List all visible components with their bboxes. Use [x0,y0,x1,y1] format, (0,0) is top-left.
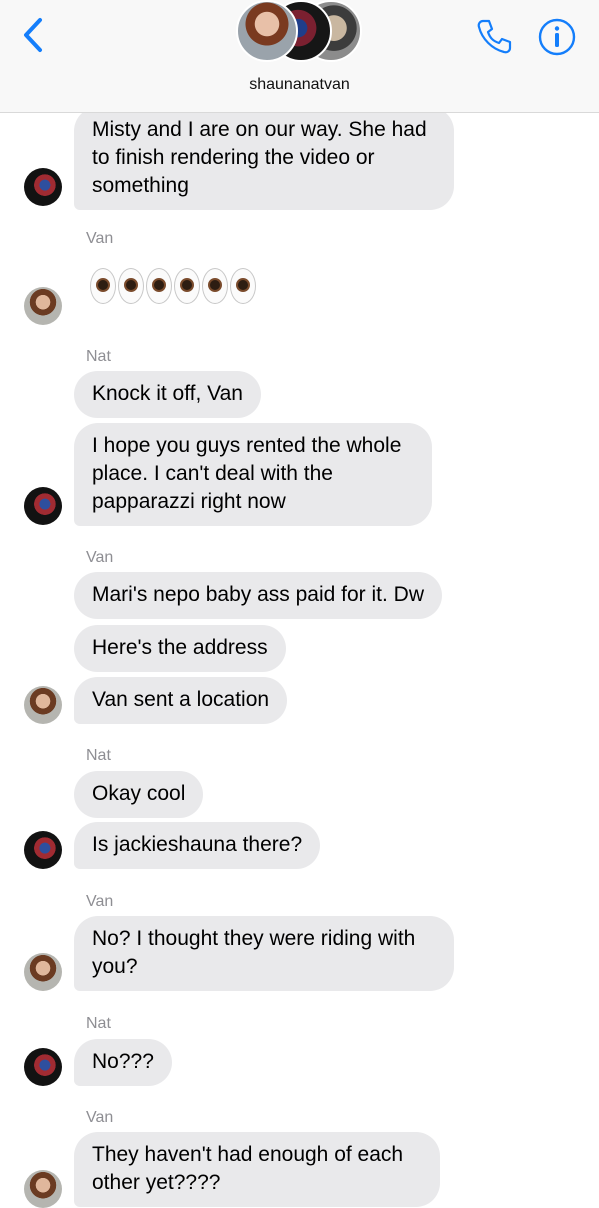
sender-name: Nat [86,1015,111,1032]
avatar[interactable] [24,1048,62,1086]
avatar[interactable] [24,1170,62,1208]
emoji-message[interactable] [90,268,256,304]
info-button[interactable] [536,16,578,58]
call-button[interactable] [474,16,514,56]
message-bubble[interactable]: Here's the address [74,625,286,672]
sender-name: Nat [86,747,111,764]
message-bubble[interactable]: Mari's nepo baby ass paid for it. Dw [74,572,442,619]
avatar[interactable] [24,487,62,525]
eyes-icon [90,268,116,304]
sender-name: Van [86,893,114,910]
message-bubble[interactable]: Is jackieshauna there? [74,822,321,869]
message-bubble[interactable]: I hope you guys rented the whole place. … [74,423,432,526]
message-bubble[interactable]: No??? [74,1039,172,1086]
sender-name: Nat [86,348,111,365]
eyes-icon [174,268,200,304]
avatar[interactable] [24,831,62,869]
avatar[interactable] [24,686,62,724]
location-message[interactable]: Van sent a location [74,677,288,724]
group-name[interactable]: shaunanatvan [0,76,599,94]
conversation-header: shaunanatvan [0,0,599,113]
phone-icon [477,19,512,54]
message-bubble[interactable]: Misty and I are on our way. She had to f… [74,107,454,210]
message-bubble[interactable]: Knock it off, Van [74,371,261,418]
eyes-icon [230,268,256,304]
chevron-left-icon [24,18,42,52]
avatar[interactable] [24,287,62,325]
group-avatar-stack[interactable] [236,0,364,66]
sender-name: Van [86,1109,114,1126]
avatar[interactable] [24,953,62,991]
eyes-icon [118,268,144,304]
eyes-icon [202,268,228,304]
sender-name: Van [86,549,114,566]
info-icon [538,18,576,56]
sender-name: Van [86,230,114,247]
message-bubble[interactable]: No? I thought they were riding with you? [74,916,454,991]
message-bubble[interactable]: Okay cool [74,771,204,818]
group-avatar [236,0,298,62]
avatar[interactable] [24,168,62,206]
back-button[interactable] [20,16,50,54]
eyes-icon [146,268,172,304]
message-bubble[interactable]: They haven't had enough of each other ye… [74,1132,440,1207]
